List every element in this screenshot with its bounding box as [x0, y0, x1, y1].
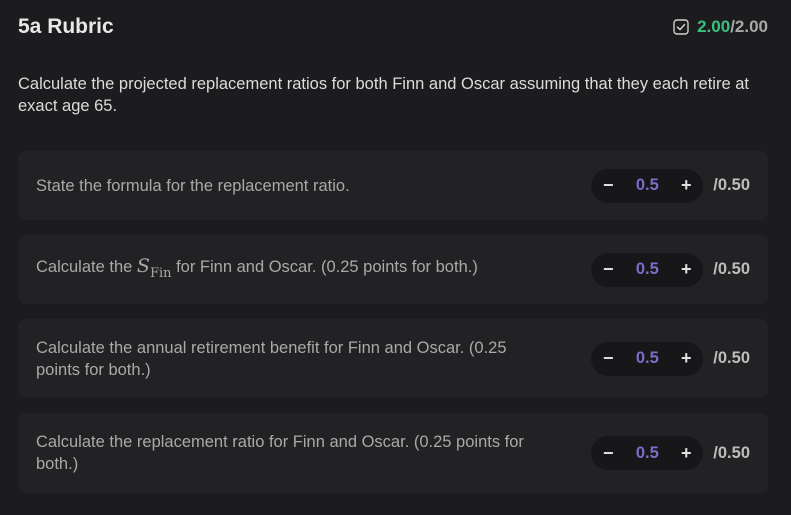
- points-value[interactable]: 0.5: [636, 260, 659, 279]
- points-value[interactable]: 0.5: [636, 444, 659, 463]
- score-total: /2.00: [730, 17, 768, 36]
- rubric-description: Calculate the projected replacement rati…: [18, 75, 749, 115]
- criterion-item: State the formula for the replacement ra…: [18, 151, 768, 220]
- rubric-title: 5a Rubric: [18, 15, 114, 38]
- criterion-controls: − 0.5 + /0.50: [591, 436, 750, 470]
- points-stepper[interactable]: − 0.5 +: [591, 168, 704, 203]
- criterion-text: Calculate the replacement ratio for Finn…: [36, 433, 524, 473]
- criterion-item: Calculate the replacement ratio for Finn…: [18, 413, 768, 493]
- points-stepper[interactable]: − 0.5 +: [591, 436, 704, 470]
- decrement-button[interactable]: −: [601, 348, 615, 369]
- criterion-item: Calculate the SFin for Finn and Oscar. (…: [18, 235, 768, 304]
- increment-button[interactable]: +: [679, 348, 693, 369]
- score-value: 2.00: [697, 17, 731, 36]
- criterion-item: Calculate the annual retirement benefit …: [18, 319, 768, 398]
- decrement-button[interactable]: −: [601, 175, 615, 196]
- rubric-header: 5a Rubric 2.00/2.00: [18, 14, 768, 40]
- math-subscript: Fin: [149, 265, 172, 281]
- decrement-button[interactable]: −: [601, 259, 615, 280]
- increment-button[interactable]: +: [679, 175, 693, 196]
- criterion-text-after: for Finn and Oscar. (0.25 points for bot…: [171, 257, 478, 276]
- criterion-text: Calculate the annual retirement benefit …: [36, 338, 507, 379]
- criteria-list: State the formula for the replacement ra…: [18, 151, 768, 508]
- criterion-controls: − 0.5 + /0.50: [591, 168, 750, 203]
- points-stepper[interactable]: − 0.5 +: [591, 252, 704, 287]
- max-points: /0.50: [713, 349, 750, 367]
- math-formula: SFin: [136, 254, 172, 281]
- criterion-text-before: Calculate the: [36, 257, 137, 276]
- criterion-text: Calculate the SFin for Finn and Oscar. (…: [36, 255, 478, 285]
- rubric-score: 2.00/2.00: [673, 17, 768, 37]
- max-points: /0.50: [713, 176, 750, 194]
- increment-button[interactable]: +: [679, 259, 693, 280]
- math-symbol: S: [136, 254, 150, 277]
- max-points: /0.50: [713, 260, 750, 278]
- decrement-button[interactable]: −: [601, 443, 615, 464]
- checkbox-check-icon: [673, 19, 689, 35]
- points-stepper[interactable]: − 0.5 +: [591, 341, 704, 376]
- points-value[interactable]: 0.5: [636, 176, 659, 195]
- points-value[interactable]: 0.5: [636, 349, 659, 368]
- criterion-controls: − 0.5 + /0.50: [591, 341, 750, 376]
- increment-button[interactable]: +: [679, 443, 693, 464]
- criterion-controls: − 0.5 + /0.50: [591, 252, 750, 287]
- max-points: /0.50: [713, 443, 750, 462]
- criterion-text: State the formula for the replacement ra…: [36, 176, 350, 195]
